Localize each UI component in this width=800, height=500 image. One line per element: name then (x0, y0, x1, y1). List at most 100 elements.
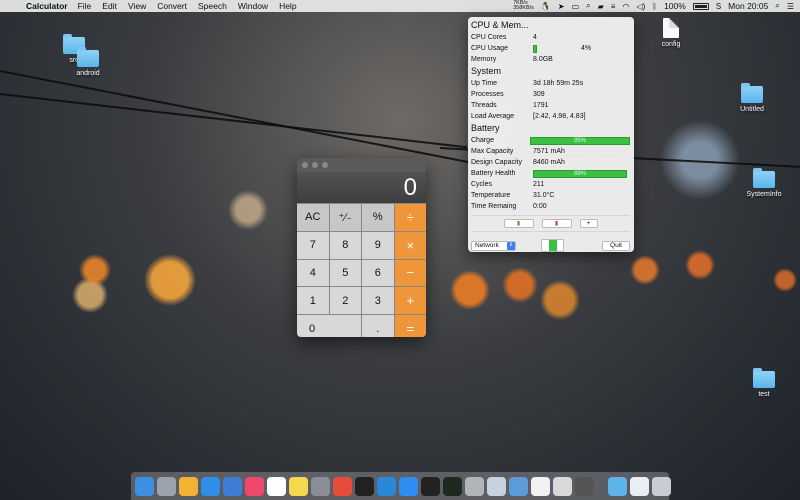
clock[interactable]: Mon 20:05 (728, 1, 768, 11)
menu-speech[interactable]: Speech (198, 1, 227, 11)
input-source-icon[interactable]: S (716, 2, 721, 11)
desktop-icon-label: SystemInfo (746, 191, 782, 198)
divider (471, 231, 630, 232)
battery-widget-button[interactable]: ▮ (541, 219, 572, 228)
calc-key-5[interactable]: 8 (329, 231, 361, 259)
add-widget-button[interactable]: + (579, 219, 598, 228)
memory-widget-button[interactable]: ▮ (503, 219, 534, 228)
volume-icon[interactable]: ◁) (636, 2, 645, 11)
calc-key-1[interactable]: ⁺∕₋ (329, 204, 361, 231)
cpu-cores-value: 4 (533, 34, 537, 41)
textedit-icon[interactable] (531, 476, 550, 496)
chrome-icon[interactable] (333, 476, 352, 496)
app-menu-calculator[interactable]: Calculator (26, 1, 68, 11)
menu-edit[interactable]: Edit (102, 1, 117, 11)
xcode-tools-icon[interactable] (509, 476, 528, 496)
calc-key-18[interactable]: = (394, 315, 426, 337)
wifi-icon[interactable]: ◠ (622, 2, 629, 11)
calc-key-13[interactable]: 2 (329, 287, 361, 315)
status-tray: 7KB/s 358KB/s 🐧 ➤ ▭ ⌕ ▰ ≡ ◠ ◁) ᛒ 100% S … (513, 0, 794, 12)
battery-icon[interactable] (692, 2, 709, 10)
desktop-folder-systeminfo[interactable]: SystemInfo (734, 168, 794, 198)
list-tray-icon[interactable]: ≡ (611, 2, 616, 11)
uptime-row: Up Time 3d 18h 59m 25s (471, 78, 630, 89)
calc-key-10[interactable]: 6 (362, 259, 394, 287)
calc-key-16[interactable]: 0 (297, 315, 361, 337)
trash-icon[interactable] (652, 476, 671, 496)
temperature-value: 31.0°C (533, 192, 555, 199)
desktop-folder-untitled[interactable]: Untitled (722, 83, 782, 113)
calc-key-15[interactable]: + (394, 287, 426, 315)
minimize-button[interactable] (312, 162, 318, 168)
downloads-folder-icon[interactable] (608, 476, 627, 496)
bluetooth-icon[interactable]: ᛒ (652, 2, 657, 11)
network-speed-indicator[interactable]: 7KB/s 358KB/s (513, 0, 534, 12)
divider (471, 215, 630, 216)
spotlight-icon[interactable]: ⌕ (775, 1, 779, 11)
cpu-usage-label: CPU Usage (471, 45, 508, 52)
calc-key-2[interactable]: % (362, 204, 394, 231)
mac-tray-icon[interactable]: ▭ (572, 2, 580, 11)
menu-window[interactable]: Window (238, 1, 268, 11)
max-capacity-label: Max Capacity (471, 148, 514, 155)
calc-key-4[interactable]: 7 (297, 231, 329, 259)
network-toggle[interactable] (541, 239, 564, 252)
desktop-icon-label: Untitled (740, 106, 764, 113)
calc-key-8[interactable]: 4 (297, 259, 329, 287)
terminal-icon[interactable] (421, 476, 440, 496)
send-tray-icon[interactable]: ➤ (558, 2, 565, 11)
preview-doc-icon[interactable] (630, 476, 649, 496)
load-average-label: Load Average (471, 113, 515, 120)
photos-icon[interactable] (179, 476, 198, 496)
desktop-file-config[interactable]: config (641, 18, 701, 48)
calculator-icon[interactable] (575, 476, 594, 496)
calc-key-9[interactable]: 5 (329, 259, 361, 287)
notification-center-icon[interactable]: ☰ (787, 2, 794, 11)
battery-percent[interactable]: 100% (664, 1, 686, 11)
calc-key-3[interactable]: ÷ (394, 204, 426, 231)
desktop-folder-android[interactable]: android (58, 47, 118, 77)
menu-file[interactable]: File (78, 1, 92, 11)
safari-icon[interactable] (201, 476, 220, 496)
memory-value: 8.0GB (533, 56, 553, 63)
qq-icon[interactable] (355, 476, 374, 496)
automator-icon[interactable] (465, 476, 484, 496)
preview-icon[interactable] (487, 476, 506, 496)
vscode-icon[interactable] (377, 476, 396, 496)
calc-key-17[interactable]: . (362, 315, 394, 337)
qq-tray-icon[interactable]: 🐧 (541, 2, 551, 11)
music-icon[interactable] (245, 476, 264, 496)
calculator-titlebar[interactable] (297, 158, 426, 172)
calc-key-14[interactable]: 3 (362, 287, 394, 315)
close-button[interactable] (302, 162, 308, 168)
dock-apps (135, 476, 594, 496)
calc-key-0[interactable]: AC (297, 204, 329, 231)
calc-key-6[interactable]: 9 (362, 231, 394, 259)
calculator-display: 0 (297, 172, 426, 203)
calc-key-12[interactable]: 1 (297, 287, 329, 315)
finder-icon[interactable] (135, 476, 154, 496)
menu-convert[interactable]: Convert (157, 1, 187, 11)
charge-label: Charge (471, 137, 494, 144)
activity-monitor-icon[interactable] (443, 476, 462, 496)
menu-view[interactable]: View (128, 1, 146, 11)
bookmark-tray-icon[interactable]: ▰ (598, 2, 604, 11)
menu-help[interactable]: Help (279, 1, 296, 11)
script-editor-icon[interactable] (553, 476, 572, 496)
system-preferences-icon[interactable] (311, 476, 330, 496)
zoom-button[interactable] (322, 162, 328, 168)
calendar-icon[interactable] (267, 476, 286, 496)
calc-key-11[interactable]: − (394, 259, 426, 287)
notes-icon[interactable] (289, 476, 308, 496)
search-tray-icon[interactable]: ⌕ (586, 1, 590, 11)
xcode-icon[interactable] (223, 476, 242, 496)
cycles-label: Cycles (471, 181, 493, 188)
quit-button[interactable]: Quit (602, 240, 630, 251)
launchpad-icon[interactable] (157, 476, 176, 496)
calc-key-7[interactable]: × (394, 231, 426, 259)
app-store-icon[interactable] (399, 476, 418, 496)
charge-row: Charge 95% (471, 135, 630, 146)
design-capacity-value: 8460 mAh (533, 159, 565, 166)
desktop-folder-test[interactable]: test (734, 368, 794, 398)
network-select[interactable]: Network ⇕ (471, 240, 516, 251)
